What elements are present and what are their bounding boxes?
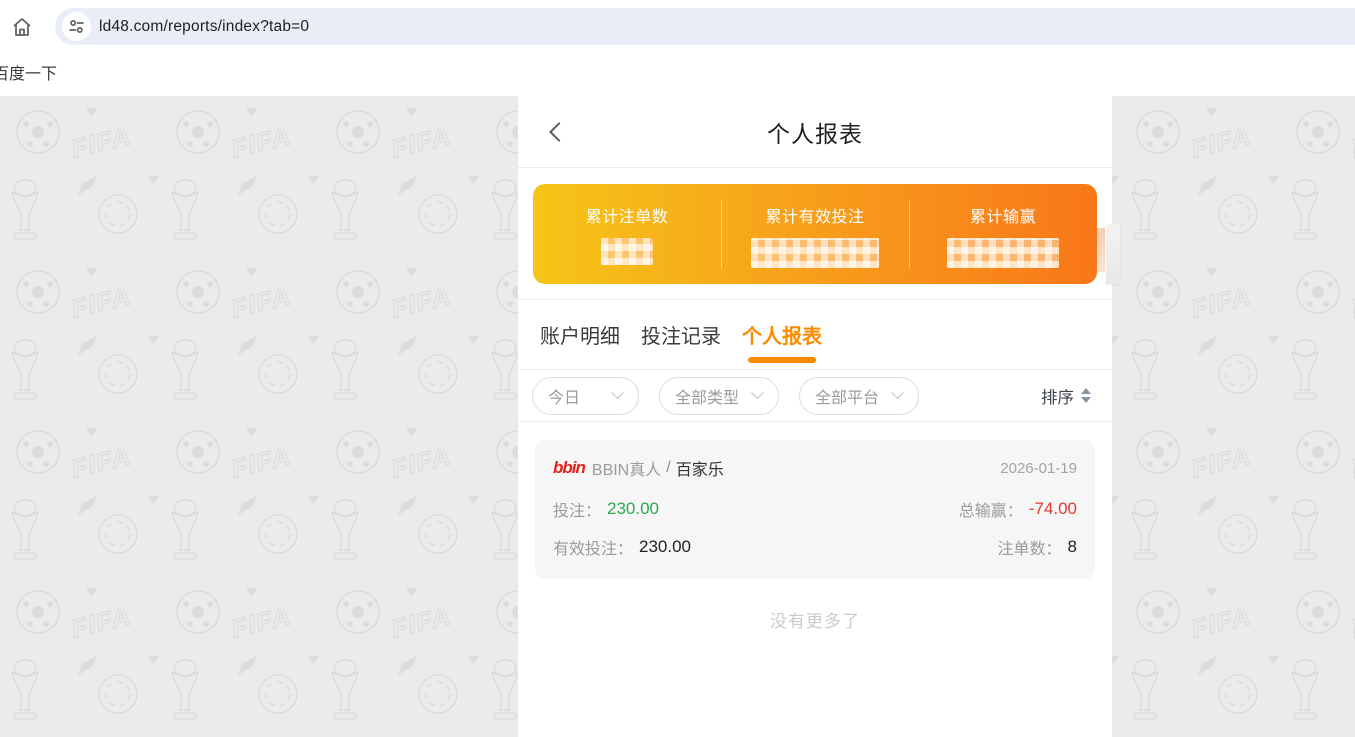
- count-label: 注单数：: [998, 535, 1062, 559]
- tab-personal-report[interactable]: 个人报表: [742, 300, 822, 369]
- bookmark-baidu[interactable]: 百度一下: [0, 60, 57, 84]
- address-bar[interactable]: ld48.com/reports/index?tab=0: [55, 8, 1355, 45]
- tune-icon: [71, 21, 75, 25]
- tab-bet-records[interactable]: 投注记录: [641, 300, 721, 369]
- valid-bet-amount: 230.00: [639, 537, 691, 557]
- record-card[interactable]: bbin BBIN真人 / 百家乐 2026-01-19 投注： 230.00 …: [535, 440, 1095, 579]
- filter-label: 全部类型: [675, 384, 739, 408]
- sort-arrows-icon: [1081, 388, 1091, 403]
- panel-header: 个人报表: [518, 96, 1112, 168]
- records-list: bbin BBIN真人 / 百家乐 2026-01-19 投注： 230.00 …: [518, 422, 1112, 632]
- summary-card: 累计注单数 累计有效投注 累计输赢: [533, 184, 1097, 284]
- summary-section: 累计注单数 累计有效投注 累计输赢: [518, 168, 1112, 300]
- filter-label: 全部平台: [815, 384, 879, 408]
- summary-col-valid-bets: 累计有效投注: [721, 184, 909, 284]
- valid-bet-label: 有效投注：: [553, 535, 633, 559]
- censored-value: [947, 238, 1059, 268]
- sort-label: 排序: [1041, 384, 1074, 408]
- filter-date-dropdown[interactable]: 今日: [532, 377, 639, 415]
- filter-label: 今日: [548, 384, 580, 408]
- censored-value: [601, 238, 653, 265]
- back-button[interactable]: [546, 120, 570, 144]
- bbin-logo: bbin: [553, 458, 585, 478]
- record-game: 百家乐: [676, 456, 724, 480]
- url-text: ld48.com/reports/index?tab=0: [99, 18, 309, 36]
- no-more-text: 没有更多了: [535, 607, 1095, 632]
- summary-col-bet-count: 累计注单数: [533, 184, 721, 284]
- summary-label: 累计有效投注: [765, 203, 864, 227]
- record-date: 2026-01-19: [1000, 460, 1077, 477]
- censor-artifact: [1097, 228, 1105, 272]
- count-value: 8: [1068, 537, 1077, 557]
- chevron-down-icon: [611, 386, 624, 399]
- censor-artifact: [1106, 224, 1120, 284]
- report-panel: 个人报表 累计注单数 累计有效投注 累计输赢 账户明细: [518, 96, 1112, 737]
- chevron-down-icon: [751, 386, 764, 399]
- censored-value: [751, 238, 879, 268]
- site-settings-button[interactable]: [62, 12, 91, 41]
- browser-chrome: ld48.com/reports/index?tab=0 百度一下: [0, 0, 1355, 96]
- record-platform: BBIN真人: [592, 456, 661, 480]
- summary-col-win-loss: 累计输赢: [909, 184, 1097, 284]
- bet-label: 投注：: [553, 497, 601, 521]
- page-background: FIFA 个人报表 累计注单数 累计有效投注 累计输赢: [0, 96, 1355, 737]
- filter-bar: 今日 全部类型 全部平台 排序: [518, 370, 1112, 422]
- summary-label: 累计注单数: [586, 203, 669, 227]
- result-label: 总输赢：: [959, 497, 1023, 521]
- filter-platform-dropdown[interactable]: 全部平台: [799, 377, 919, 415]
- record-separator: /: [666, 459, 670, 477]
- chevron-down-icon: [891, 386, 904, 399]
- filter-type-dropdown[interactable]: 全部类型: [659, 377, 779, 415]
- sort-button[interactable]: 排序: [1041, 384, 1091, 408]
- page-title: 个人报表: [767, 115, 863, 149]
- result-amount: -74.00: [1029, 499, 1077, 519]
- tab-account-details[interactable]: 账户明细: [540, 300, 620, 369]
- bet-amount: 230.00: [607, 499, 659, 519]
- summary-label: 累计输赢: [970, 203, 1036, 227]
- tab-bar: 账户明细 投注记录 个人报表: [518, 300, 1112, 370]
- home-icon[interactable]: [8, 13, 36, 41]
